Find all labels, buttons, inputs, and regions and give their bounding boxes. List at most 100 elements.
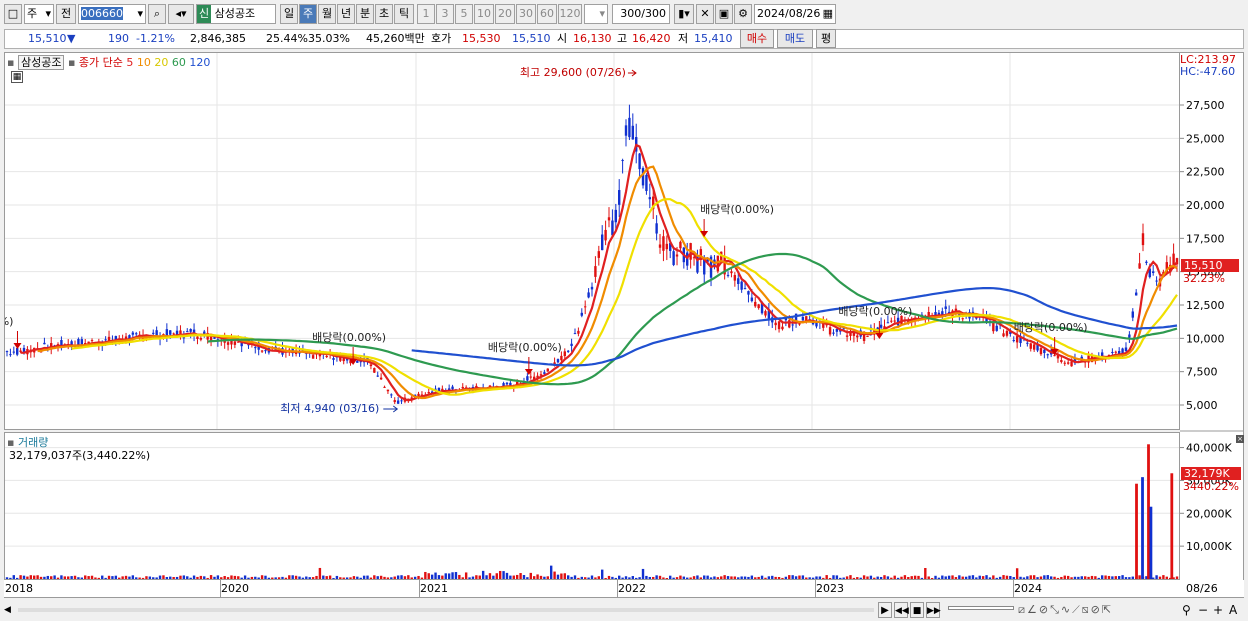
candle-body — [152, 332, 155, 334]
interval-button[interactable]: 30 — [516, 4, 536, 24]
volume-bar — [811, 577, 815, 579]
gear-icon[interactable]: ⚙ — [734, 4, 752, 24]
volume-bar — [577, 577, 580, 579]
volume-bar — [206, 577, 209, 579]
save-icon[interactable]: ▣ — [715, 4, 733, 24]
interval-button[interactable]: 20 — [495, 4, 515, 24]
period-week-button[interactable]: 주 — [299, 4, 317, 24]
play-icon[interactable]: ▶ — [878, 602, 892, 618]
price-chart-panel[interactable]: 최고 29,600 (07/26) 최저 4,940 (03/16) 락(0.00%… — [4, 52, 1180, 430]
close-icon[interactable]: × — [1236, 435, 1244, 443]
candle-body — [1138, 263, 1141, 269]
prev-button[interactable]: 전 — [56, 4, 76, 24]
interval-button[interactable]: 60 — [537, 4, 557, 24]
interval-button[interactable]: 1 — [417, 4, 435, 24]
count-field[interactable]: 300/300 — [612, 4, 670, 24]
period-day-button[interactable]: 일 — [280, 4, 298, 24]
volume-bar — [196, 576, 199, 579]
candle-body — [135, 333, 138, 335]
interval-button[interactable]: 120 — [558, 4, 582, 24]
minus-icon[interactable]: − — [1198, 601, 1208, 619]
high-price: 16,420 — [632, 32, 671, 45]
interval-dropdown[interactable]: ▾ — [584, 4, 608, 24]
volume-bar — [604, 577, 607, 579]
plus-icon[interactable]: + — [1213, 601, 1223, 619]
zoom-slider[interactable] — [948, 606, 1014, 610]
candle-body — [740, 281, 743, 290]
volume-bar — [243, 575, 247, 579]
window-icon[interactable]: □ — [4, 4, 22, 24]
speaker-icon[interactable]: ◂▾ — [168, 4, 194, 24]
period-dropdown[interactable]: 주 ▾ — [24, 4, 54, 24]
volume-bar — [645, 575, 648, 579]
price-chart[interactable]: 최고 29,600 (07/26) 최저 4,940 (03/16) 락(0.00%… — [5, 53, 1179, 429]
new-badge: 신 — [197, 5, 212, 23]
period-year-button[interactable]: 년 — [337, 4, 355, 24]
volume-bar — [369, 577, 373, 579]
current-pct-tag: 32.23% — [1183, 272, 1225, 285]
zoom-icon[interactable]: ⚲ — [1182, 601, 1191, 619]
volume-bar — [954, 577, 958, 579]
candle-body — [832, 332, 835, 334]
volume-bar — [519, 573, 522, 579]
period-month-button[interactable]: 월 — [318, 4, 336, 24]
interval-button[interactable]: 5 — [455, 4, 473, 24]
candle-body — [570, 343, 573, 346]
volume-bar — [794, 576, 798, 579]
volume-spike-bar — [1135, 483, 1138, 579]
panel-handle-icon[interactable]: ▪ — [7, 56, 14, 69]
volume-bar — [988, 577, 992, 579]
volume-bar — [907, 577, 910, 579]
stop-icon[interactable]: ■ — [910, 602, 924, 618]
panel-handle-icon[interactable]: ▪ — [68, 56, 75, 69]
interval-button[interactable]: 3 — [436, 4, 454, 24]
candle-body — [400, 400, 403, 402]
stock-code-input[interactable]: 006660 ▾ — [78, 4, 146, 24]
candle-body — [199, 337, 203, 340]
stock-name-field[interactable]: 신 삼성공조 — [196, 4, 276, 24]
volume-bar — [209, 575, 213, 579]
eval-button[interactable]: 평 — [816, 29, 836, 48]
volume-bar — [784, 576, 788, 579]
search-icon[interactable]: ⌕ — [148, 4, 166, 24]
volume-bar — [1015, 568, 1019, 579]
period-minute-button[interactable]: 분 — [356, 4, 374, 24]
table-icon[interactable]: ▦ — [11, 71, 23, 83]
drawing-tools[interactable]: ⧄∠⊘⤡∿⟋⧅⊘⇱ — [1018, 601, 1180, 619]
period-tick-button[interactable]: 틱 — [394, 4, 414, 24]
low-price: 15,410 — [694, 32, 733, 45]
volume-bar — [686, 577, 689, 579]
fast-forward-icon[interactable]: ▶▶ — [926, 602, 941, 618]
high-annotation: 최고 29,600 (07/26) — [520, 66, 626, 79]
time-axis[interactable]: 2018 2020 2021 2022 2023 2024 08/26 — [4, 580, 1244, 598]
price-axis[interactable]: 5,000 7,500 10,000 12,500 15,000 17,500 20,000… — [1180, 52, 1244, 580]
volume-bar — [730, 576, 733, 579]
volume-bar — [104, 577, 107, 579]
bottom-toolbar: ◀ ▶ ◀◀ ■ ▶▶ ⧄∠⊘⤡∿⟋⧅⊘⇱ ⚲ − + A — [0, 600, 1248, 621]
volume-bar — [383, 576, 386, 579]
candle-type-icon[interactable]: ▮▾ — [674, 4, 694, 24]
volume-bar — [288, 575, 291, 579]
sell-button[interactable]: 매도 — [777, 29, 813, 48]
volume-bar — [458, 574, 461, 579]
candle-body — [726, 274, 730, 276]
volume-chart[interactable] — [5, 433, 1179, 579]
volume-summary: 32,179,037주(3,440.22%) — [9, 449, 151, 462]
draw-tool-icon[interactable]: ✕ — [696, 4, 714, 24]
period-second-button[interactable]: 초 — [375, 4, 393, 24]
volume-bar — [94, 577, 97, 579]
volume-bar — [618, 575, 621, 579]
volume-chart-panel[interactable]: ▪ 거래량 32,179,037주(3,440.22%) — [4, 432, 1180, 580]
volume-bar — [294, 575, 298, 579]
date-field[interactable]: 2024/08/26 ▦ — [754, 4, 836, 24]
candle-body — [563, 351, 566, 357]
buy-button[interactable]: 매수 — [740, 29, 774, 48]
scrollbar-track[interactable] — [18, 608, 874, 612]
panel-title[interactable]: 삼성공조 — [17, 55, 65, 70]
scroll-left-icon[interactable]: ◀ — [4, 602, 16, 618]
rewind-icon[interactable]: ◀◀ — [894, 602, 909, 618]
text-icon[interactable]: A — [1229, 601, 1237, 619]
volume-bar — [328, 575, 332, 579]
volume-bar — [386, 577, 390, 579]
interval-button[interactable]: 10 — [474, 4, 494, 24]
